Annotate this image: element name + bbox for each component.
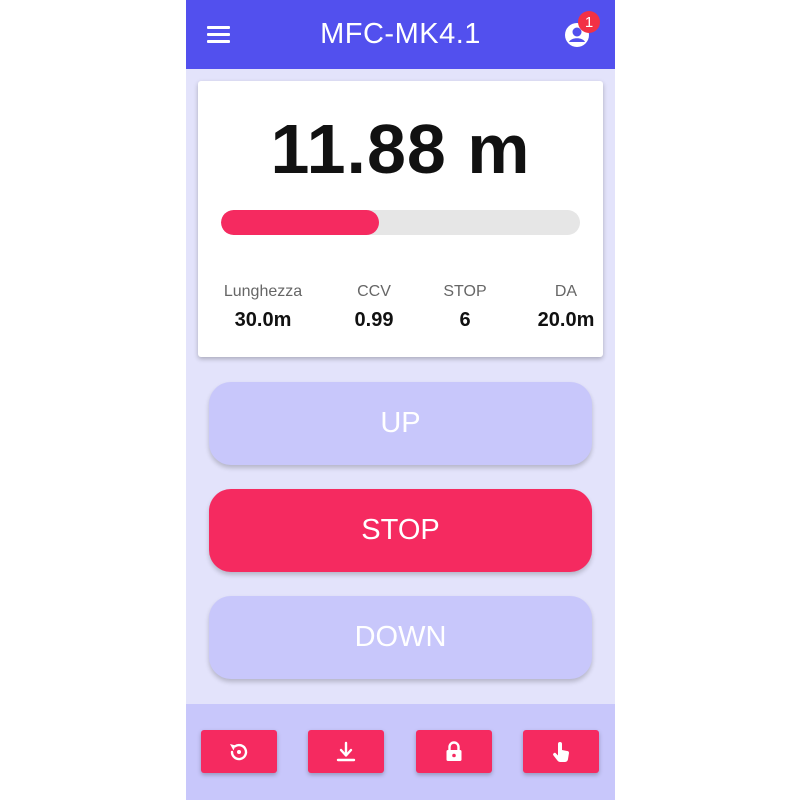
touch-icon <box>553 741 569 762</box>
stat-label: CCV <box>357 283 391 300</box>
bottom-toolbar <box>186 704 615 800</box>
app-title: MFC-MK4.1 <box>320 18 481 50</box>
up-button[interactable]: UP <box>209 382 592 465</box>
reset-button[interactable] <box>201 730 277 773</box>
download-button[interactable] <box>308 730 384 773</box>
stat-value: 20.0m <box>537 309 595 331</box>
down-button[interactable]: DOWN <box>209 596 592 679</box>
stat-label: DA <box>554 283 578 300</box>
progress-fill <box>221 210 379 235</box>
stat-lunghezza: Lunghezza 30.0m <box>213 283 313 332</box>
stop-button[interactable]: STOP <box>209 489 592 572</box>
touch-button[interactable] <box>523 730 599 773</box>
lock-button[interactable] <box>416 730 492 773</box>
stat-ccv: CCV 0.99 <box>324 283 424 332</box>
distance-readout: 11.88 m <box>270 110 531 188</box>
progress-bar <box>221 210 580 235</box>
stat-da: DA 20.0m <box>516 283 615 332</box>
measurement-card: 11.88 m Lunghezza 30.0m CCV 0.99 STOP 6 … <box>198 81 603 357</box>
lock-icon <box>446 740 462 761</box>
stat-label: STOP <box>443 283 487 300</box>
stat-value: 0.99 <box>354 309 394 331</box>
reset-icon <box>230 743 248 760</box>
notification-badge: 1 <box>578 11 600 33</box>
download-icon <box>336 741 356 761</box>
stat-value: 30.0m <box>234 309 292 331</box>
app-screen: MFC-MK4.1 1 11.88 m Lunghezza 30.0m CCV … <box>186 0 615 800</box>
menu-icon[interactable] <box>207 26 230 44</box>
app-bar: MFC-MK4.1 1 <box>186 0 615 69</box>
stat-stop: STOP 6 <box>415 283 515 332</box>
stat-value: 6 <box>459 309 471 331</box>
stat-label: Lunghezza <box>223 283 303 300</box>
